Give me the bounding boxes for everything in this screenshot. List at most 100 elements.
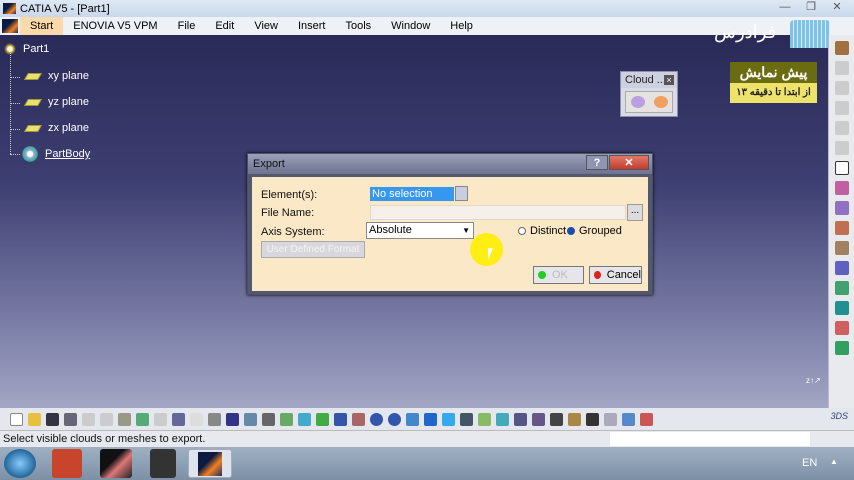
tool-icon[interactable] xyxy=(834,181,849,195)
tool-icon[interactable] xyxy=(834,241,849,255)
print-icon[interactable] xyxy=(64,412,77,426)
menu-start[interactable]: Start xyxy=(20,17,64,35)
rotate-icon[interactable] xyxy=(352,412,365,426)
axis-system-select[interactable]: Absolute ▼ xyxy=(366,222,474,239)
menu-view[interactable]: View xyxy=(244,17,288,35)
tool-icon[interactable] xyxy=(834,201,849,215)
tree-node-zx-plane[interactable]: zx plane xyxy=(23,122,89,134)
fit-all-icon[interactable] xyxy=(316,412,329,426)
menu-file[interactable]: File xyxy=(168,17,206,35)
inertia-icon[interactable] xyxy=(550,412,563,426)
catalog-icon[interactable] xyxy=(226,412,239,426)
radio-label: Distinct xyxy=(530,225,567,237)
radio-distinct[interactable]: Distinct xyxy=(518,225,566,237)
browse-button[interactable]: ... xyxy=(627,204,643,221)
user-defined-format-button[interactable]: User Defined Format xyxy=(261,241,365,258)
command-input[interactable] xyxy=(610,432,810,446)
zoom-in-icon[interactable] xyxy=(370,412,383,426)
elements-field[interactable]: No selection xyxy=(370,187,454,201)
undo-icon[interactable] xyxy=(136,412,149,426)
tool-icon[interactable] xyxy=(834,261,849,275)
cloud-export-icon[interactable] xyxy=(653,96,668,108)
ok-button[interactable]: OK xyxy=(533,266,584,284)
formula-icon[interactable] xyxy=(190,412,203,426)
tool-icon[interactable] xyxy=(834,141,849,155)
catia-menu-icon[interactable] xyxy=(2,19,18,33)
app-icon[interactable] xyxy=(150,449,176,478)
powerpoint-icon[interactable] xyxy=(52,449,82,478)
material-icon[interactable] xyxy=(568,412,581,426)
analysis-icon[interactable] xyxy=(640,412,653,426)
cancel-button[interactable]: Cancel xyxy=(589,266,642,284)
tool-icon[interactable] xyxy=(834,341,849,355)
start-orb-icon[interactable] xyxy=(4,449,36,478)
tree-connector xyxy=(10,154,20,155)
menu-tools[interactable]: Tools xyxy=(335,17,381,35)
copy-icon[interactable] xyxy=(100,412,113,426)
tool-icon[interactable] xyxy=(834,281,849,295)
close-button[interactable]: ✕ xyxy=(824,0,850,15)
dialog-close-button[interactable]: ✕ xyxy=(609,155,649,170)
redo-icon[interactable] xyxy=(154,412,167,426)
tool-icon[interactable] xyxy=(834,81,849,95)
scan-icon[interactable] xyxy=(280,412,293,426)
normal-view-icon[interactable] xyxy=(406,412,419,426)
menu-help[interactable]: Help xyxy=(440,17,483,35)
tool-icon[interactable] xyxy=(834,101,849,115)
multi-view-icon[interactable] xyxy=(424,412,437,426)
tool-icon[interactable] xyxy=(834,221,849,235)
measure-icon[interactable] xyxy=(532,412,545,426)
tool-icon[interactable] xyxy=(834,121,849,135)
language-indicator[interactable]: EN xyxy=(802,457,817,469)
plane-icon xyxy=(23,124,43,132)
zoom-out-icon[interactable] xyxy=(388,412,401,426)
menu-enovia[interactable]: ENOVIA V5 VPM xyxy=(63,17,167,35)
toolbar-close-button[interactable]: × xyxy=(664,75,674,85)
save-icon[interactable] xyxy=(46,412,59,426)
menu-edit[interactable]: Edit xyxy=(205,17,244,35)
minimize-button[interactable]: — xyxy=(772,0,798,15)
cloud-import-icon[interactable] xyxy=(630,96,645,108)
catia-task-button[interactable] xyxy=(188,449,232,478)
pan-icon[interactable] xyxy=(334,412,347,426)
graph-icon[interactable] xyxy=(622,412,635,426)
tree-node-yz-plane[interactable]: yz plane xyxy=(23,96,89,108)
tree-node-part1[interactable]: Part1 xyxy=(3,42,49,56)
select-arrow-icon[interactable] xyxy=(834,161,849,175)
tree-node-partbody[interactable]: PartBody xyxy=(21,145,90,163)
search-icon[interactable] xyxy=(208,412,221,426)
help-button[interactable]: ? xyxy=(586,155,608,170)
compass-axis-icon: z↑↗ xyxy=(806,376,821,385)
web-icon[interactable] xyxy=(604,412,617,426)
3ds-app-icon[interactable] xyxy=(100,449,132,478)
update-icon[interactable] xyxy=(514,412,527,426)
shading-icon[interactable] xyxy=(460,412,473,426)
menu-window[interactable]: Window xyxy=(381,17,440,35)
cloud-toolbar[interactable]: Cloud ... × xyxy=(620,71,678,117)
filename-input[interactable] xyxy=(370,205,626,220)
menu-insert[interactable]: Insert xyxy=(288,17,336,35)
paste-icon[interactable] xyxy=(118,412,131,426)
selection-globe-icon[interactable] xyxy=(455,186,468,201)
hide-show-icon[interactable] xyxy=(478,412,491,426)
lock-icon[interactable] xyxy=(262,412,275,426)
tree-node-xy-plane[interactable]: xy plane xyxy=(23,70,89,82)
ok-icon xyxy=(538,271,546,279)
whats-this-icon[interactable] xyxy=(172,412,185,426)
swap-icon[interactable] xyxy=(496,412,509,426)
new-icon[interactable] xyxy=(10,412,23,426)
tray-arrow-icon[interactable]: ▲ xyxy=(830,457,838,466)
tool-icon[interactable] xyxy=(834,301,849,315)
tool-icon[interactable] xyxy=(834,61,849,75)
radio-icon xyxy=(518,227,526,235)
cut-icon[interactable] xyxy=(82,412,95,426)
iso-view-icon[interactable] xyxy=(442,412,455,426)
open-icon[interactable] xyxy=(28,412,41,426)
maximize-button[interactable]: ❐ xyxy=(798,0,824,15)
tool-icon[interactable] xyxy=(834,321,849,335)
tree-icon[interactable] xyxy=(244,412,257,426)
radio-grouped[interactable]: Grouped xyxy=(567,225,622,237)
fly-icon[interactable] xyxy=(298,412,311,426)
capture-icon[interactable] xyxy=(586,412,599,426)
tool-icon[interactable] xyxy=(834,41,849,55)
